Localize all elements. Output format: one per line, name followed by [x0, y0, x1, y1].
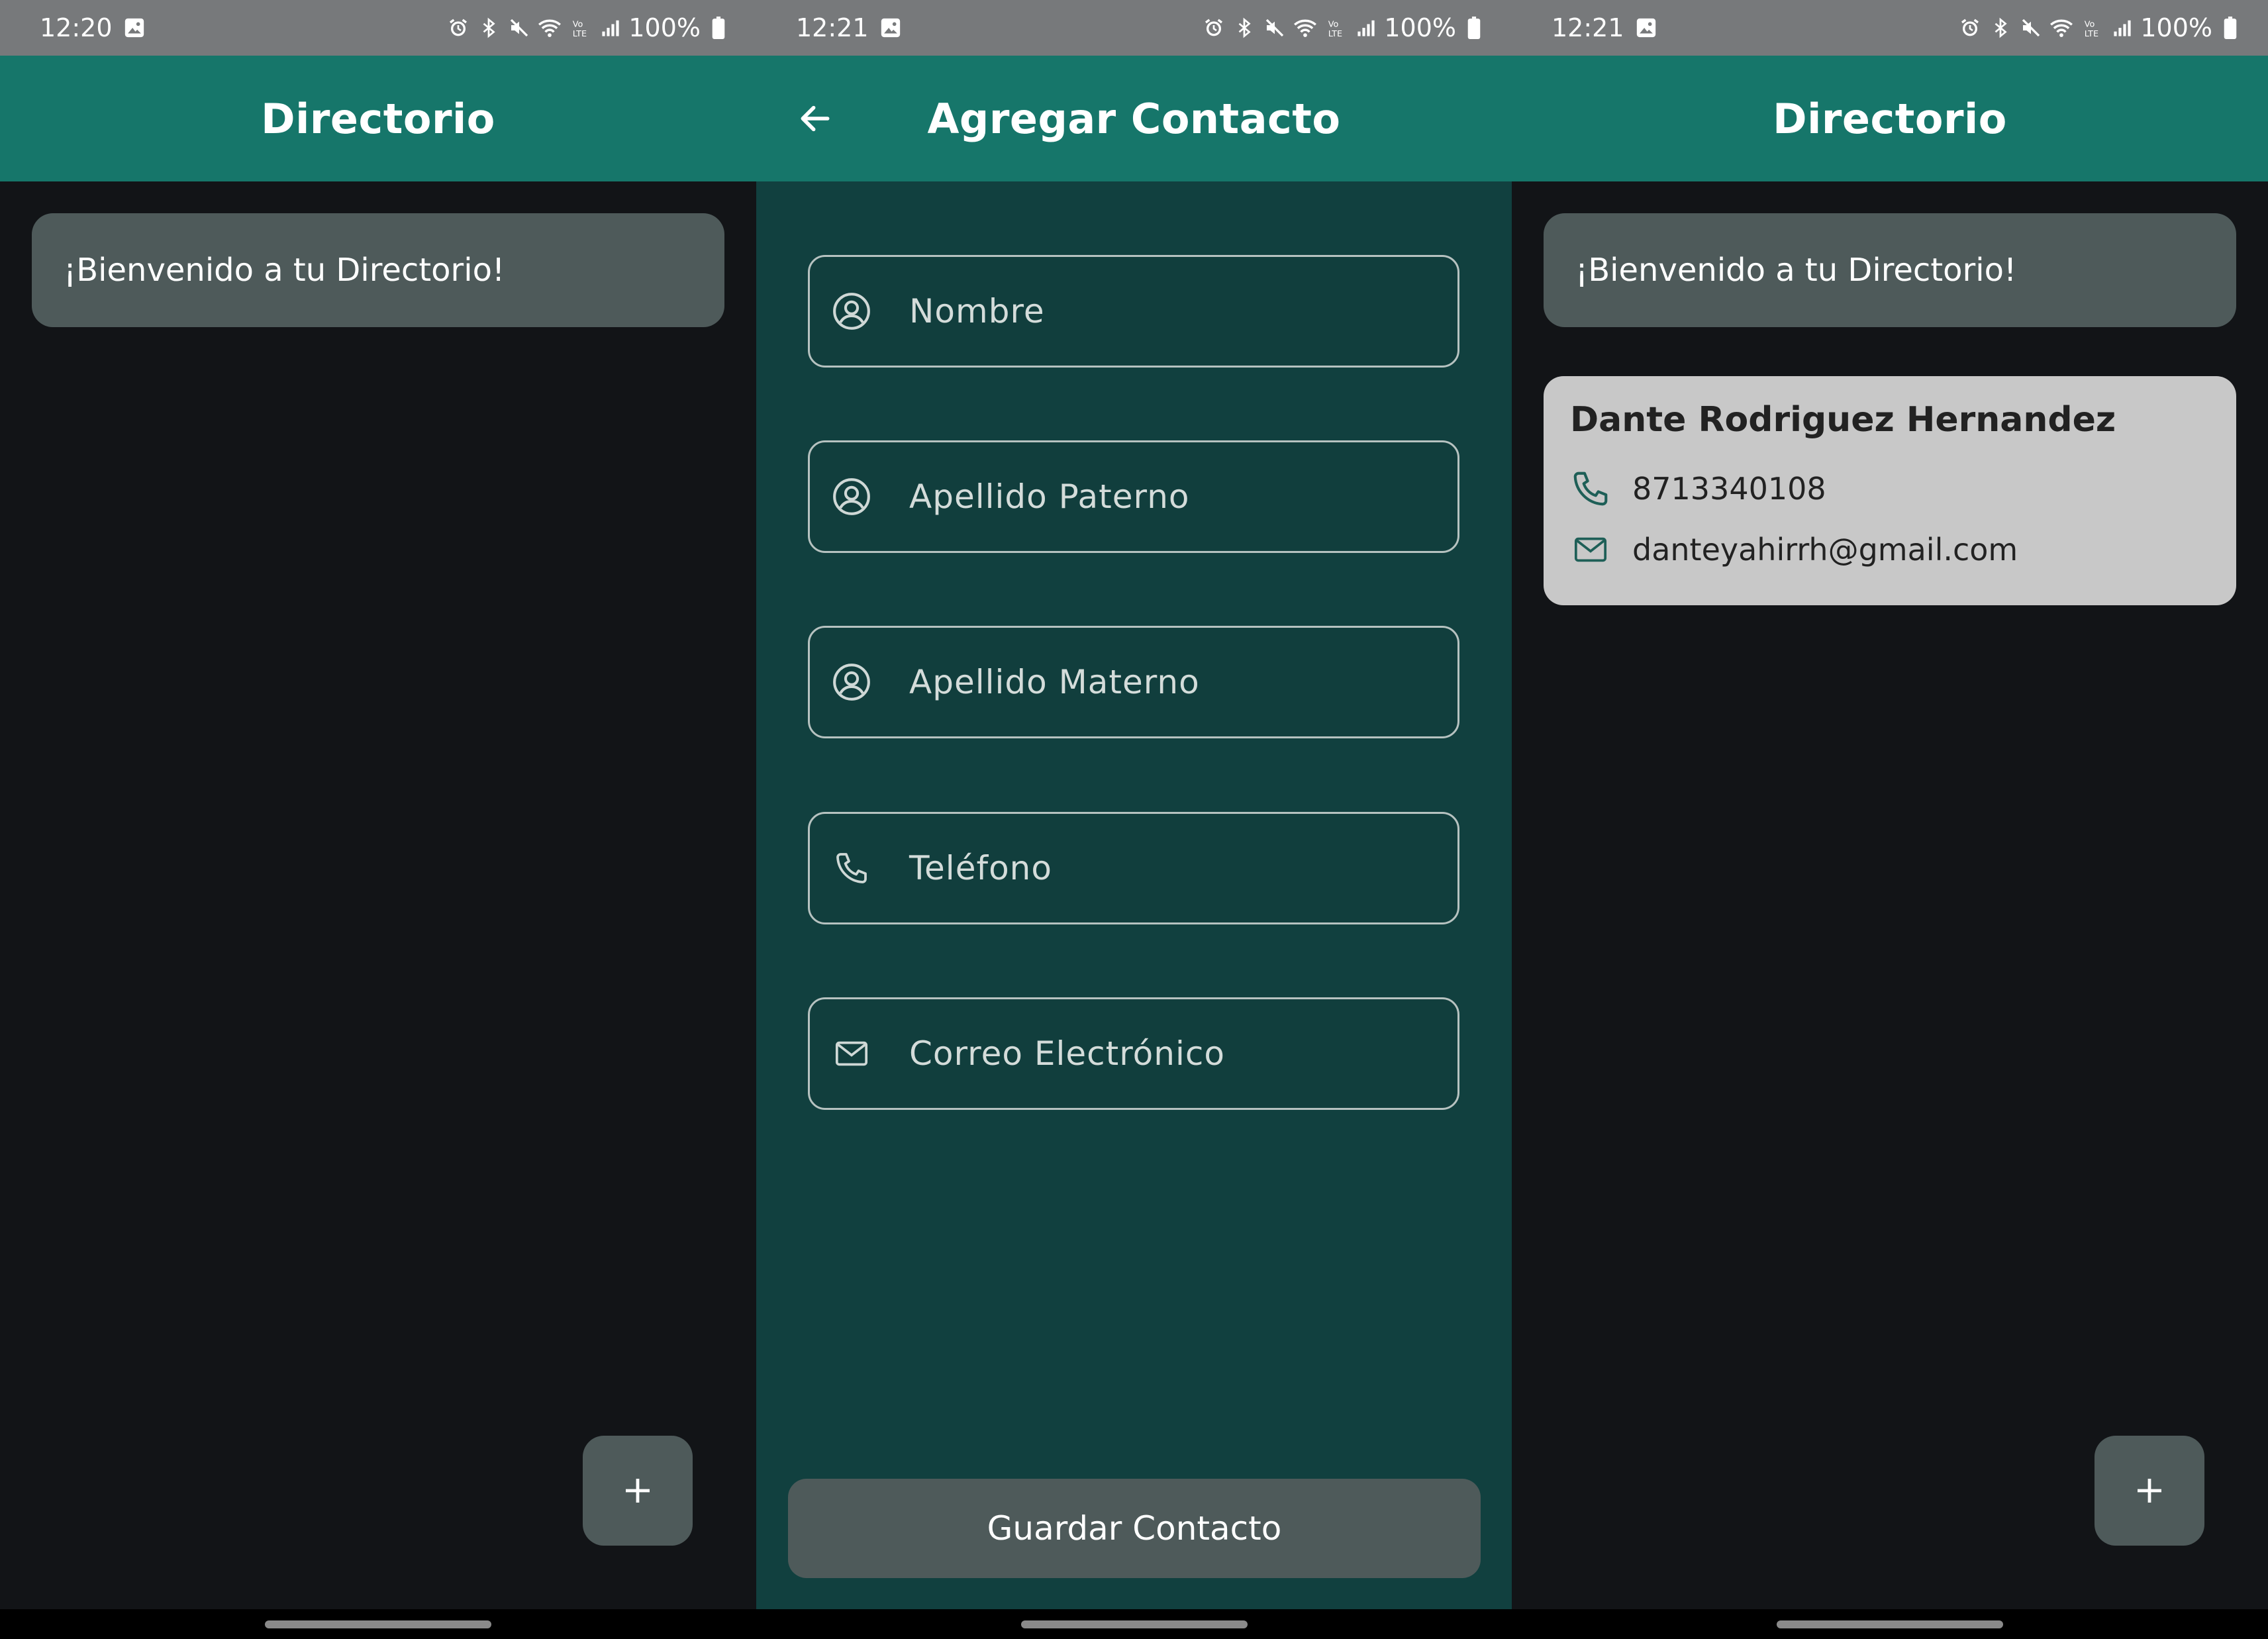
battery-percent: 100% [628, 13, 701, 42]
home-handle[interactable] [1021, 1620, 1248, 1628]
telefono-placeholder: Teléfono [909, 849, 1052, 887]
battery-percent: 100% [1384, 13, 1456, 42]
signal-icon [2110, 15, 2135, 40]
person-icon [828, 288, 875, 334]
phone-icon [828, 845, 875, 891]
svg-text:Vo: Vo [2085, 19, 2095, 29]
apellido-paterno-placeholder: Apellido Paterno [909, 477, 1190, 516]
app-bar: Directorio [0, 56, 756, 181]
alarm-icon [1957, 15, 1983, 40]
gallery-notification-icon [1634, 15, 1659, 40]
page-title: Agregar Contacto [927, 94, 1341, 143]
battery-icon [1461, 15, 1487, 40]
welcome-banner: ¡Bienvenido a tu Directorio! [1544, 213, 2236, 327]
add-contact-button[interactable] [583, 1436, 693, 1546]
apellido-paterno-field[interactable]: Apellido Paterno [808, 440, 1459, 553]
bluetooth-icon [1232, 15, 1257, 40]
mail-icon [1570, 530, 1615, 570]
bluetooth-icon [1988, 15, 2013, 40]
add-contact-button[interactable] [2095, 1436, 2204, 1546]
nombre-field[interactable]: Nombre [808, 255, 1459, 368]
contact-name: Dante Rodriguez Hernandez [1570, 400, 2116, 440]
apellido-materno-field[interactable]: Apellido Materno [808, 626, 1459, 738]
signal-icon [598, 15, 623, 40]
wifi-icon [2049, 15, 2074, 40]
battery-icon [706, 15, 731, 40]
save-contact-button[interactable]: Guardar Contacto [788, 1479, 1481, 1578]
arrow-left-icon [801, 105, 830, 132]
telefono-field[interactable]: Teléfono [808, 812, 1459, 924]
home-handle[interactable] [265, 1620, 491, 1628]
alarm-icon [1201, 15, 1226, 40]
mute-icon [1262, 15, 1287, 40]
battery-percent: 100% [2140, 13, 2212, 42]
contact-phone: 8713340108 [1632, 471, 1826, 507]
contact-email: danteyahirrh@gmail.com [1632, 532, 2018, 568]
gallery-notification-icon [122, 15, 147, 40]
correo-field[interactable]: Correo Electrónico [808, 997, 1459, 1110]
person-icon [828, 473, 875, 520]
contact-email-row: danteyahirrh@gmail.com [1570, 530, 2018, 570]
battery-icon [2218, 15, 2243, 40]
home-handle[interactable] [1777, 1620, 2003, 1628]
back-button[interactable] [791, 94, 840, 143]
status-time: 12:21 [1552, 13, 1624, 42]
plus-icon [2138, 1479, 2161, 1503]
contact-card[interactable]: Dante Rodriguez Hernandez 8713340108 dan… [1544, 376, 2236, 605]
welcome-banner: ¡Bienvenido a tu Directorio! [32, 213, 724, 327]
directory-screen-empty: 12:20 Vo LTE 100% Directorio ¡Bienvenido … [0, 0, 756, 1639]
svg-text:LTE: LTE [1328, 29, 1342, 38]
correo-placeholder: Correo Electrónico [909, 1034, 1225, 1073]
volte-icon: Vo LTE [567, 15, 593, 40]
volte-icon: Vo LTE [1323, 15, 1348, 40]
status-time: 12:20 [40, 13, 113, 42]
mute-icon [2018, 15, 2044, 40]
status-bar: 12:21 Vo LTE 100% [756, 0, 1512, 56]
directory-screen-with-contact: 12:21 Vo LTE 100% Directorio ¡Bienvenido … [1512, 0, 2268, 1639]
svg-text:LTE: LTE [573, 29, 587, 38]
status-time: 12:21 [796, 13, 869, 42]
apellido-materno-placeholder: Apellido Materno [909, 663, 1200, 701]
app-bar: Directorio [1512, 56, 2268, 181]
svg-text:LTE: LTE [2085, 29, 2098, 38]
signal-icon [1354, 15, 1379, 40]
navigation-bar [0, 1609, 756, 1639]
app-bar: Agregar Contacto [756, 56, 1512, 181]
mute-icon [507, 15, 532, 40]
svg-text:Vo: Vo [573, 19, 583, 29]
status-bar: 12:20 Vo LTE 100% [0, 0, 756, 56]
phone-icon [1570, 469, 1615, 509]
contact-phone-row: 8713340108 [1570, 469, 1826, 509]
svg-text:Vo: Vo [1328, 19, 1339, 29]
navigation-bar [756, 1609, 1512, 1639]
page-title: Directorio [261, 94, 495, 143]
plus-icon [626, 1479, 650, 1503]
mail-icon [828, 1030, 875, 1077]
wifi-icon [537, 15, 562, 40]
add-contact-screen: 12:21 Vo LTE 100% Agregar Contacto Nombre [756, 0, 1512, 1639]
person-icon [828, 659, 875, 705]
nombre-placeholder: Nombre [909, 292, 1045, 330]
page-title: Directorio [1773, 94, 2007, 143]
volte-icon: Vo LTE [2079, 15, 2104, 40]
alarm-icon [446, 15, 471, 40]
navigation-bar [1512, 1609, 2268, 1639]
gallery-notification-icon [878, 15, 903, 40]
bluetooth-icon [476, 15, 501, 40]
wifi-icon [1293, 15, 1318, 40]
status-bar: 12:21 Vo LTE 100% [1512, 0, 2268, 56]
